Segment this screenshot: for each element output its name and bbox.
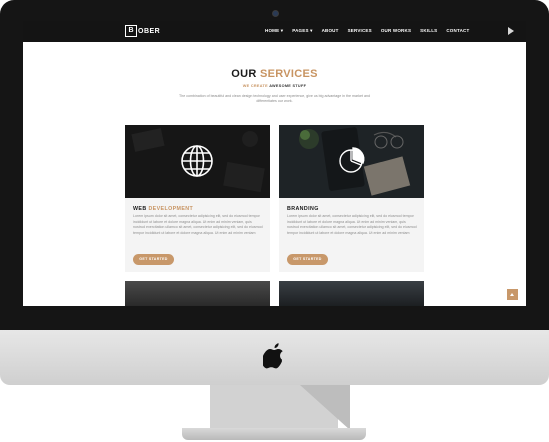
menu-skills[interactable]: SKILLS — [420, 28, 437, 34]
subtitle-part2: AWESOME STUFF — [269, 84, 307, 88]
service-card-image-partial — [279, 281, 424, 306]
service-card-web-development: WEB DEVELOPMENT Lorem ipsum dolor sit am… — [125, 125, 270, 272]
top-navbar: B OBER HOME ▾ PAGES ▾ ABOUT SERVICES OUR… — [23, 21, 526, 42]
menu-contact[interactable]: CONTACT — [446, 28, 469, 34]
card-image — [125, 125, 270, 198]
menu-services[interactable]: SERVICES — [348, 28, 372, 34]
card-image-art — [279, 125, 424, 198]
service-card-image-partial — [125, 281, 270, 306]
main-menu: HOME ▾ PAGES ▾ ABOUT SERVICES OUR WORKS … — [265, 28, 469, 34]
card-title: BRANDING — [287, 206, 319, 212]
get-started-button[interactable]: GET STARTED — [133, 254, 174, 265]
monitor-chin — [0, 330, 549, 385]
menu-about[interactable]: ABOUT — [322, 28, 339, 34]
menu-home[interactable]: HOME ▾ — [265, 28, 283, 34]
website-screen: B OBER HOME ▾ PAGES ▾ ABOUT SERVICES OUR… — [23, 21, 526, 306]
card-text: Lorem ipsum dolor sit amet, consectetur … — [287, 214, 417, 235]
camera-icon — [272, 10, 279, 17]
service-card-branding: BRANDING Lorem ipsum dolor sit amet, con… — [279, 125, 424, 272]
logo-letter: B — [125, 25, 137, 37]
section-title-part1: OUR — [231, 68, 257, 80]
globe-icon — [181, 145, 213, 177]
imac-monitor: B OBER HOME ▾ PAGES ▾ ABOUT SERVICES OUR… — [0, 0, 549, 442]
apple-logo-icon — [263, 343, 283, 369]
site-logo[interactable]: B OBER — [125, 25, 160, 37]
card-image-art — [125, 125, 270, 198]
menu-pages[interactable]: PAGES ▾ — [292, 28, 312, 34]
logo-text: OBER — [138, 27, 161, 35]
card-title-part1: BRANDING — [287, 206, 319, 212]
section-title: OUR SERVICES — [23, 68, 526, 80]
card-image — [279, 125, 424, 198]
card-title: WEB DEVELOPMENT — [133, 206, 193, 212]
monitor-base — [182, 428, 366, 440]
scroll-to-top-button[interactable] — [507, 289, 518, 300]
get-started-button[interactable]: GET STARTED — [287, 254, 328, 265]
card-title-part2: DEVELOPMENT — [148, 206, 194, 212]
play-icon[interactable] — [508, 27, 514, 35]
card-title-part1: WEB — [133, 206, 147, 212]
section-subtitle: WE CREATE AWESOME STUFF — [23, 84, 526, 88]
subtitle-part1: WE CREATE — [242, 84, 268, 88]
section-title-part2: SERVICES — [259, 68, 318, 80]
section-description: The combination of beautiful and clean d… — [179, 94, 370, 103]
menu-our-works[interactable]: OUR WORKS — [381, 28, 411, 34]
card-text: Lorem ipsum dolor sit amet, consectetur … — [133, 214, 263, 235]
stand-shade — [300, 385, 350, 430]
